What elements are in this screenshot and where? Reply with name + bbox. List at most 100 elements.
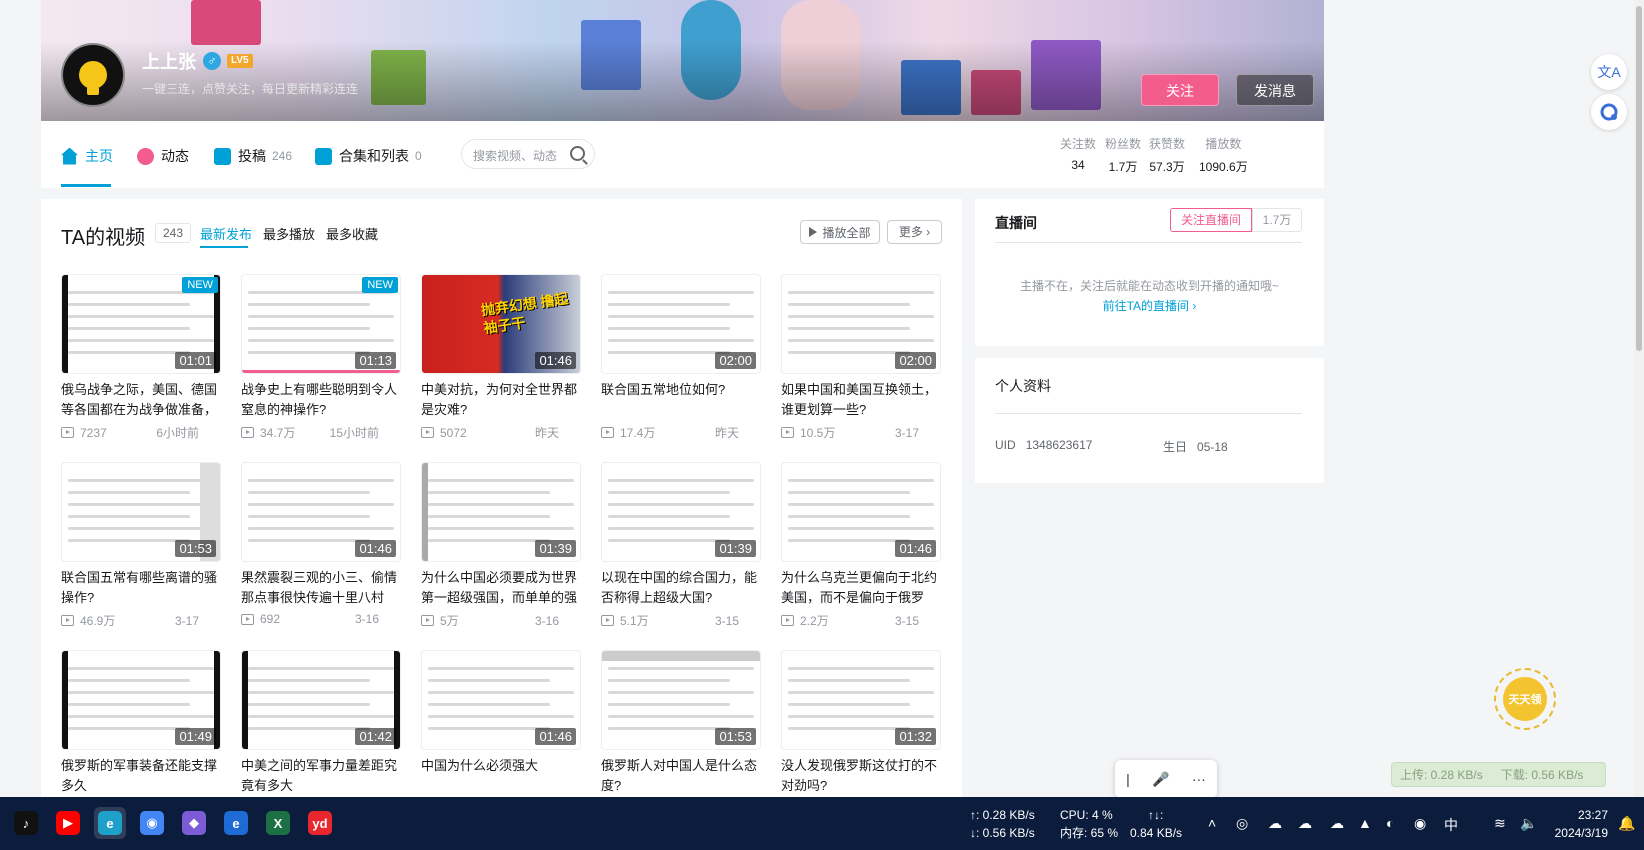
- more-icon[interactable]: ···: [1192, 771, 1206, 787]
- video-card[interactable]: NEW 01:13 战争史上有哪些聪明到令人窒息的神操作? 34.7万 15小时前: [241, 274, 401, 441]
- scrollbar-thumb[interactable]: [1636, 6, 1642, 351]
- birthday-field: 生日 05-18: [1163, 438, 1228, 455]
- scrollbar[interactable]: [1634, 0, 1644, 797]
- video-card[interactable]: 01:46 为什么乌克兰更偏向于北约美国，而不是偏向于俄罗斯? 2.2万 3-15: [781, 462, 941, 629]
- video-card[interactable]: NEW 01:01 俄乌战争之际，美国、德国等各国都在为战争做准备，会演 7237 6小…: [61, 274, 221, 441]
- video-thumbnail[interactable]: NEW 01:01: [61, 274, 221, 374]
- volume-icon[interactable]: 🔈: [1520, 815, 1537, 832]
- video-title[interactable]: 联合国五常地位如何?: [601, 380, 761, 420]
- video-thumbnail[interactable]: 01:39: [421, 462, 581, 562]
- input-method-indicator[interactable]: 中: [1444, 815, 1458, 835]
- translate-icon[interactable]: 文A: [1591, 54, 1627, 90]
- video-card[interactable]: 01:49 俄罗斯的军事装备还能支撑多久: [61, 650, 221, 796]
- tray-app-icon[interactable]: ◎: [1236, 815, 1248, 832]
- obsidian-icon[interactable]: ◆: [178, 807, 210, 839]
- wifi-icon[interactable]: ≋: [1494, 815, 1506, 832]
- search-input[interactable]: 搜索视频、动态: [461, 139, 595, 169]
- sort-most-played[interactable]: 最多播放: [263, 224, 315, 243]
- stat-fans[interactable]: 粉丝数 1.7万: [1105, 135, 1141, 175]
- search-icon[interactable]: [570, 146, 585, 161]
- excel-icon[interactable]: X: [262, 807, 294, 839]
- video-meta: 10.5万 3-17: [781, 424, 941, 441]
- net-down-readout: ↓: 0.56 KB/s: [970, 826, 1035, 840]
- video-thumbnail[interactable]: 01:42: [241, 650, 401, 750]
- youdao-icon[interactable]: yd: [304, 807, 336, 839]
- video-thumbnail[interactable]: 01:46: [781, 462, 941, 562]
- video-card[interactable]: 01:39 为什么中国必须要成为世界第一超级强国，而单单的强国还 5万 3-16: [421, 462, 581, 629]
- video-thumbnail[interactable]: 01:49: [61, 650, 221, 750]
- video-thumbnail[interactable]: 01:53: [61, 462, 221, 562]
- video-card[interactable]: 01:53 联合国五常有哪些离谱的骚操作? 46.9万 3-17: [61, 462, 221, 629]
- video-title[interactable]: 俄罗斯人对中国人是什么态度?: [601, 756, 761, 796]
- video-title[interactable]: 俄罗斯的军事装备还能支撑多久: [61, 756, 221, 796]
- daily-coin-icon[interactable]: 天天领: [1494, 668, 1556, 730]
- video-card[interactable]: 02:00 联合国五常地位如何? 17.4万 昨天: [601, 274, 761, 441]
- cloud-sync-icon[interactable]: ☁: [1298, 815, 1312, 832]
- video-title[interactable]: 联合国五常有哪些离谱的骚操作?: [61, 568, 221, 608]
- chevron-up-icon[interactable]: ˄: [1208, 815, 1216, 831]
- video-thumbnail[interactable]: 抛弃幻想 撸起袖子干 01:46: [421, 274, 581, 374]
- video-card[interactable]: 01:32 没人发现俄罗斯这仗打的不对劲吗?: [781, 650, 941, 796]
- tray-app-icon[interactable]: ◐: [1386, 815, 1394, 831]
- sort-most-favorited[interactable]: 最多收藏: [326, 224, 378, 243]
- video-title[interactable]: 中国为什么必须强大: [421, 756, 581, 796]
- video-title[interactable]: 如果中国和美国互换领土，谁更划算一些?: [781, 380, 941, 420]
- video-thumbnail[interactable]: 01:46: [241, 462, 401, 562]
- message-button[interactable]: 发消息: [1236, 74, 1314, 106]
- active-tab-underline: [61, 184, 111, 187]
- follow-live-button[interactable]: 关注直播间: [1170, 208, 1252, 232]
- tray-app-icon[interactable]: ▲: [1358, 815, 1372, 831]
- play-all-button[interactable]: 播放全部: [800, 220, 880, 244]
- tab-home[interactable]: 主页: [61, 146, 113, 166]
- video-title[interactable]: 为什么乌克兰更偏向于北约美国，而不是偏向于俄罗斯?: [781, 568, 941, 608]
- video-title[interactable]: 没人发现俄罗斯这仗打的不对劲吗?: [781, 756, 941, 796]
- video-title[interactable]: 果然震裂三观的小三、偷情那点事很快传遍十里八村: [241, 568, 401, 608]
- go-live-room-link[interactable]: 前往TA的直播间 ›: [975, 297, 1324, 314]
- video-card[interactable]: 01:46 果然震裂三观的小三、偷情那点事很快传遍十里八村 692 3-16: [241, 462, 401, 626]
- follow-button[interactable]: 关注: [1141, 74, 1219, 106]
- clock-date[interactable]: 2024/3/19: [1548, 825, 1608, 841]
- edge-icon[interactable]: e: [94, 807, 126, 839]
- notification-icon[interactable]: 🔔: [1618, 815, 1635, 832]
- video-duration: 01:13: [355, 352, 396, 369]
- stat-likes: 获赞数 57.3万: [1149, 135, 1185, 175]
- video-thumbnail[interactable]: 01:32: [781, 650, 941, 750]
- video-card[interactable]: 01:53 俄罗斯人对中国人是什么态度?: [601, 650, 761, 796]
- tray-app-icon[interactable]: ◉: [1414, 815, 1426, 832]
- tab-dynamic[interactable]: 动态: [137, 146, 189, 166]
- clock-time[interactable]: 23:27: [1548, 807, 1608, 823]
- more-button[interactable]: 更多 ›: [887, 220, 942, 244]
- video-thumbnail[interactable]: 02:00: [781, 274, 941, 374]
- microphone-icon[interactable]: 🎤: [1152, 771, 1169, 788]
- video-card[interactable]: 抛弃幻想 撸起袖子干 01:46 中美对抗，为何对全世界都是灾难? 5072 昨天: [421, 274, 581, 441]
- onedrive-icon[interactable]: ☁: [1330, 815, 1344, 832]
- drag-handle-icon[interactable]: |: [1126, 771, 1130, 787]
- assistant-icon[interactable]: [1591, 94, 1627, 130]
- ie-icon[interactable]: e: [220, 807, 252, 839]
- video-card[interactable]: 01:42 中美之间的军事力量差距究竟有多大: [241, 650, 401, 796]
- video-thumbnail[interactable]: NEW 01:13: [241, 274, 401, 374]
- cloud-icon[interactable]: ☁: [1268, 815, 1282, 832]
- sort-latest[interactable]: 最新发布: [200, 224, 252, 243]
- tab-collections[interactable]: 合集和列表 0: [315, 146, 422, 166]
- video-thumbnail[interactable]: 01:39: [601, 462, 761, 562]
- youtube-icon[interactable]: ▶: [52, 807, 84, 839]
- video-thumbnail[interactable]: 01:53: [601, 650, 761, 750]
- stat-following[interactable]: 关注数 34: [1060, 135, 1096, 172]
- tab-uploads[interactable]: 投稿 246: [214, 146, 292, 166]
- video-title[interactable]: 战争史上有哪些聪明到令人窒息的神操作?: [241, 380, 401, 420]
- play-count-icon: [241, 427, 254, 438]
- video-card[interactable]: 02:00 如果中国和美国互换领土，谁更划算一些? 10.5万 3-17: [781, 274, 941, 441]
- video-title[interactable]: 俄乌战争之际，美国、德国等各国都在为战争做准备，会演: [61, 380, 221, 420]
- tiktok-icon[interactable]: ♪: [10, 807, 42, 839]
- video-card[interactable]: 01:46 中国为什么必须强大: [421, 650, 581, 796]
- video-title[interactable]: 为什么中国必须要成为世界第一超级强国，而单单的强国还: [421, 568, 581, 608]
- video-thumbnail[interactable]: 02:00: [601, 274, 761, 374]
- video-title[interactable]: 中美对抗，为何对全世界都是灾难?: [421, 380, 581, 420]
- video-title[interactable]: 以现在中国的综合国力，能否称得上超级大国?: [601, 568, 761, 608]
- avatar[interactable]: [61, 43, 125, 107]
- video-card[interactable]: 01:39 以现在中国的综合国力，能否称得上超级大国? 5.1万 3-15: [601, 462, 761, 629]
- video-thumbnail[interactable]: 01:46: [421, 650, 581, 750]
- chrome-icon[interactable]: ◉: [136, 807, 168, 839]
- video-title[interactable]: 中美之间的军事力量差距究竟有多大: [241, 756, 401, 796]
